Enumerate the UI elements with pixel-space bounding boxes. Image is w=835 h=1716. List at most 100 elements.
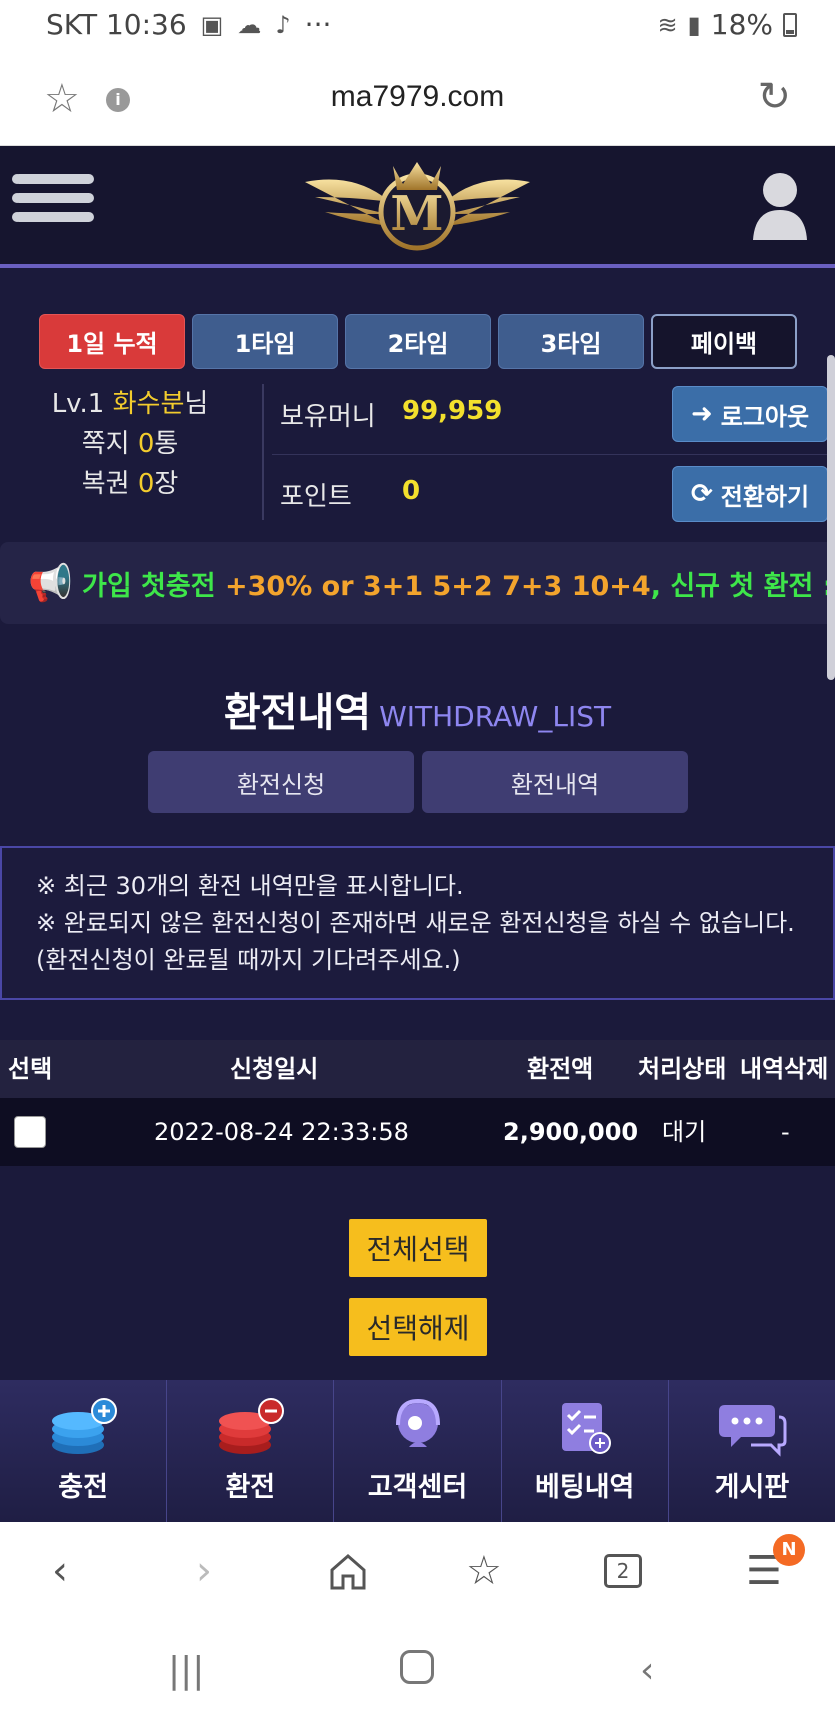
back-icon[interactable]: ‹ [52, 1548, 68, 1594]
charge-coins-icon [52, 1398, 118, 1454]
point-value: 0 [402, 476, 421, 506]
refresh-icon: ⟳ [690, 479, 713, 509]
user-summary: Lv.1 화수분님 쪽지 0통 복권 0장 [20, 384, 240, 504]
row-delete[interactable]: - [781, 1098, 790, 1166]
browser-url-bar: ☆ i ma7979.com ↻ [0, 52, 835, 146]
tabs-count: 2 [616, 1559, 630, 1583]
logout-icon: ➜ [690, 399, 713, 429]
logout-button[interactable]: ➜ 로그아웃 [672, 386, 828, 442]
reload-icon[interactable]: ↻ [757, 74, 791, 120]
battery-icon [783, 12, 797, 37]
nav-label: 환전 [225, 1472, 276, 1503]
page-title: 환전내역 WITHDRAW_LIST [223, 690, 612, 736]
withdraw-table: 선택 신청일시 환전액 처리상태 내역삭제 2022-08-24 22:33:5… [0, 1040, 835, 1166]
announcement-text: 가입 첫충전 +30% or 3+1 5+2 7+3 10+4, 신규 첫 환전… [82, 571, 830, 602]
nav-label: 베팅내역 [535, 1472, 635, 1503]
table-row: 2022-08-24 22:33:58 2,900,000 대기 - [0, 1098, 835, 1166]
forward-icon[interactable]: › [196, 1548, 212, 1594]
gallery-icon: ▣ [200, 10, 224, 39]
header-delete: 내역삭제 [740, 1055, 829, 1083]
megaphone-icon: 📢 [28, 563, 73, 604]
point-row: 포인트 0 [280, 476, 420, 513]
user-level-line: Lv.1 화수분님 [51, 389, 209, 419]
tiktok-icon: ♪ [275, 10, 291, 39]
url-text[interactable]: ma7979.com [0, 80, 835, 114]
bookmarks-icon[interactable]: ☆ [466, 1548, 502, 1594]
money-row: 보유머니 99,959 [280, 396, 502, 433]
nav-board[interactable]: 게시판 [669, 1380, 835, 1522]
nav-label: 충전 [58, 1472, 108, 1503]
divider [272, 454, 828, 455]
select-all-button[interactable]: 전체선택 [349, 1219, 487, 1277]
home-button-icon[interactable] [400, 1650, 434, 1684]
home-icon[interactable] [328, 1552, 368, 1592]
bottom-nav: 충전 환전 고객센터 베팅내역 게시판 [0, 1380, 835, 1522]
user-info-panel: Lv.1 화수분님 쪽지 0통 복권 0장 보유머니 99,959 포인트 0 … [0, 384, 835, 524]
header-status: 처리상태 [638, 1055, 727, 1083]
support-headset-icon [395, 1398, 440, 1447]
tab-time-3[interactable]: 3타임 [498, 314, 644, 369]
convert-label: 전환하기 [720, 482, 810, 511]
tab-payback[interactable]: 페이백 [651, 314, 797, 369]
carrier-time: SKT 10:36 [46, 8, 187, 41]
nav-withdraw[interactable]: 환전 [167, 1380, 335, 1522]
header-date: 신청일시 [230, 1055, 319, 1083]
signal-icon: ▮ [687, 10, 701, 39]
withdraw-coins-icon [219, 1398, 285, 1454]
wifi-icon: ≋ [657, 10, 678, 39]
announcement-marquee: 📢 가입 첫충전 +30% or 3+1 5+2 7+3 10+4, 신규 첫 … [0, 542, 830, 624]
nav-label: 고객센터 [367, 1472, 468, 1503]
notice-box: ※ 최근 30개의 환전 내역만을 표시합니다. ※ 완료되지 않은 환전신청이… [0, 846, 835, 1000]
tab-daily-total[interactable]: 1일 누적 [39, 314, 185, 369]
status-bar: SKT 10:36 ▣ ☁ ♪ ··· ≋ ▮ 18% [0, 0, 835, 52]
system-back-icon[interactable]: ‹ [640, 1650, 654, 1691]
messages-count: 0 [137, 429, 155, 459]
tab-time-1[interactable]: 1타임 [192, 314, 338, 369]
brand-logo[interactable]: M [295, 152, 540, 262]
withdraw-history-button[interactable]: 환전내역 [422, 751, 688, 813]
username: 화수분 [112, 389, 185, 419]
period-tabs: 1일 누적 1타임 2타임 3타임 페이백 [39, 314, 797, 369]
divider [262, 384, 264, 520]
nav-label: 게시판 [714, 1472, 790, 1503]
convert-button[interactable]: ⟳ 전환하기 [672, 466, 828, 522]
nav-bet-history[interactable]: 베팅내역 [502, 1380, 669, 1522]
money-label: 보유머니 [280, 402, 376, 432]
bet-history-icon [561, 1403, 611, 1454]
withdraw-subnav: 환전신청 환전내역 [148, 751, 688, 813]
user-profile-icon[interactable] [751, 168, 809, 240]
coupons-count: 0 [137, 469, 155, 499]
header-select: 선택 [8, 1055, 53, 1083]
svg-text:M: M [390, 186, 443, 242]
messages-line[interactable]: 쪽지 0통 [20, 424, 240, 464]
tabs-icon[interactable]: 2 [604, 1554, 642, 1588]
recent-apps-icon[interactable]: ||| [168, 1650, 204, 1691]
cloud-icon: ☁ [237, 10, 262, 39]
battery-percent: 18% [710, 8, 773, 41]
withdraw-request-button[interactable]: 환전신청 [148, 751, 414, 813]
row-checkbox[interactable] [14, 1116, 46, 1148]
browser-toolbar: ‹ › ☆ 2 ☰ N [0, 1522, 835, 1620]
table-header: 선택 신청일시 환전액 처리상태 내역삭제 [0, 1040, 835, 1098]
system-nav-bar: ||| ‹ [0, 1620, 835, 1716]
notice-line: ※ 완료되지 않은 환전신청이 존재하면 새로운 환전신청을 하실 수 없습니다… [36, 909, 795, 937]
money-value: 99,959 [402, 396, 503, 426]
nav-charge[interactable]: 충전 [0, 1380, 168, 1522]
board-chat-icon [718, 1405, 787, 1457]
tab-time-2[interactable]: 2타임 [345, 314, 491, 369]
header-amount: 환전액 [527, 1055, 594, 1083]
row-status: 대기 [662, 1118, 707, 1146]
notice-line: (환전신청이 완료될 때까지 기다려주세요.) [36, 946, 461, 974]
menu-icon[interactable] [12, 174, 94, 230]
coupons-line[interactable]: 복권 0장 [20, 464, 240, 504]
app-header: M [0, 146, 835, 268]
row-date: 2022-08-24 22:33:58 [154, 1118, 409, 1146]
menu-badge: N [773, 1534, 805, 1566]
notice-line: ※ 최근 30개의 환전 내역만을 표시합니다. [36, 872, 464, 900]
page-scrollbar[interactable] [827, 355, 835, 680]
logout-label: 로그아웃 [720, 402, 810, 431]
row-amount: 2,900,000 [503, 1118, 639, 1146]
nav-support[interactable]: 고객센터 [334, 1380, 502, 1522]
point-label: 포인트 [280, 482, 352, 512]
deselect-button[interactable]: 선택해제 [349, 1298, 487, 1356]
